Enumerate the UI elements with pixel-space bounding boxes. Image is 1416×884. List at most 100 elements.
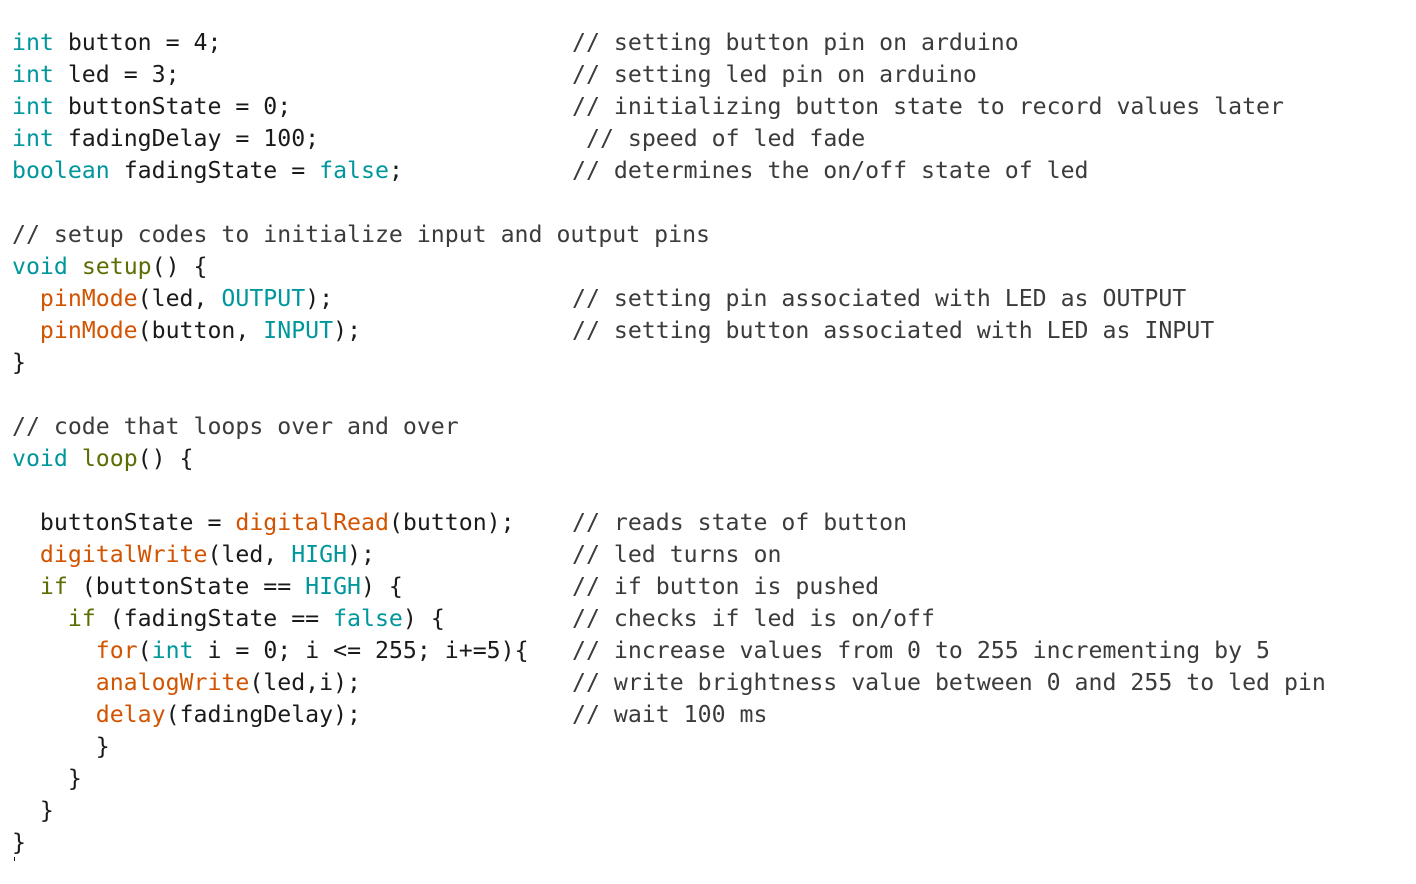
code-line: } xyxy=(12,347,1402,379)
code-line: pinMode(button, INPUT); // setting button… xyxy=(12,315,1402,347)
code-token: (button, xyxy=(137,317,264,344)
code-line: } xyxy=(12,731,1402,763)
code-token: } xyxy=(12,797,54,824)
code-line: } xyxy=(12,763,1402,795)
inline-comment: // led turns on xyxy=(572,541,782,568)
code-line: } xyxy=(12,795,1402,827)
code-text: // setup codes to initialize input and o… xyxy=(12,219,710,251)
code-token: buttonState = xyxy=(12,509,236,536)
inline-comment: // write brightness value between 0 and … xyxy=(572,669,1326,696)
code-token: int xyxy=(12,61,54,88)
code-token: ); xyxy=(333,317,362,344)
code-text: pinMode(led, OUTPUT); xyxy=(12,283,333,315)
code-editor[interactable]: int button = 4; // setting button pin on … xyxy=(12,27,1402,861)
inline-comment: // setting button associated with LED as… xyxy=(572,317,1215,344)
code-token: HIGH xyxy=(291,541,348,568)
code-token: int xyxy=(12,93,54,120)
code-line: buttonState = digitalRead(button); // rea… xyxy=(12,507,1402,539)
inline-comment: // wait 100 ms xyxy=(572,701,768,728)
code-token: if xyxy=(39,573,68,600)
code-token: (button); xyxy=(388,509,515,536)
code-text: analogWrite(led,i); xyxy=(12,667,361,699)
code-token: void xyxy=(12,253,68,280)
code-token: } xyxy=(12,349,26,376)
code-token: () { xyxy=(151,253,208,280)
code-line: for(int i = 0; i <= 255; i+=5){// increa… xyxy=(12,635,1402,667)
code-line: } xyxy=(12,827,1402,861)
inline-comment: // checks if led is on/off xyxy=(572,605,935,632)
code-text: // code that loops over and over xyxy=(12,411,459,443)
code-text: boolean fadingState = false; xyxy=(12,155,403,187)
code-line: digitalWrite(led, HIGH); // led turns on xyxy=(12,539,1402,571)
code-token: (fadingDelay); xyxy=(165,701,362,728)
code-text: } xyxy=(12,827,26,859)
code-token: delay xyxy=(95,701,166,728)
code-token: false xyxy=(319,157,389,184)
code-line: if (buttonState == HIGH) {// if button i… xyxy=(12,571,1402,603)
code-token: loop xyxy=(81,445,138,472)
code-line: int fadingDelay = 100; // speed of led fa… xyxy=(12,123,1402,155)
code-line: // setup codes to initialize input and o… xyxy=(12,219,1402,251)
code-token: digitalRead xyxy=(235,509,389,536)
code-token: for xyxy=(95,637,138,664)
text-cursor xyxy=(14,857,15,861)
code-token: false xyxy=(333,605,403,632)
code-text: } xyxy=(12,795,54,827)
code-token: button = 4; xyxy=(53,29,222,56)
code-token: INPUT xyxy=(263,317,334,344)
code-token: pinMode xyxy=(39,285,138,312)
code-text: } xyxy=(12,763,82,795)
code-token: } xyxy=(12,829,26,856)
code-line: delay(fadingDelay); // wait 100 ms xyxy=(12,699,1402,731)
code-token: boolean xyxy=(12,157,110,184)
code-token: setup xyxy=(81,253,152,280)
code-token: } xyxy=(12,733,110,760)
code-line: // code that loops over and over xyxy=(12,411,1402,443)
code-line: int button = 4; // setting button pin on … xyxy=(12,27,1402,59)
code-line: void setup() { xyxy=(12,251,1402,283)
inline-comment: // if button is pushed xyxy=(572,573,880,600)
code-token: analogWrite xyxy=(95,669,250,696)
code-token: int xyxy=(12,125,54,152)
inline-comment: // setting led pin on arduino xyxy=(572,61,977,88)
code-token: HIGH xyxy=(305,573,362,600)
code-token: ( xyxy=(137,637,152,664)
code-token: fadingState = xyxy=(109,157,320,184)
code-token: () { xyxy=(137,445,194,472)
code-token: OUTPUT xyxy=(221,285,306,312)
inline-comment: // initializing button state to record v… xyxy=(572,93,1284,120)
code-token: i = 0; i <= 255; i+=5){ xyxy=(193,637,529,664)
code-token: digitalWrite xyxy=(39,541,208,568)
code-token: (led, xyxy=(137,285,222,312)
inline-comment: // setting button pin on arduino xyxy=(572,29,1019,56)
code-text: int button = 4; xyxy=(12,27,221,59)
code-line: void loop() { xyxy=(12,443,1402,475)
code-token: } xyxy=(12,765,82,792)
code-line: analogWrite(led,i); // write brightness v… xyxy=(12,667,1402,699)
code-token: int xyxy=(12,29,54,56)
code-text: void setup() { xyxy=(12,251,207,283)
code-text: } xyxy=(12,731,110,763)
code-token: pinMode xyxy=(39,317,138,344)
inline-comment: // increase values from 0 to 255 increme… xyxy=(572,637,1271,664)
code-line: pinMode(led, OUTPUT); // setting pin asso… xyxy=(12,283,1402,315)
code-line: if (fadingState == false) {// checks if … xyxy=(12,603,1402,635)
code-line: int buttonState = 0; // initializing butt… xyxy=(12,91,1402,123)
code-token: (led,i); xyxy=(249,669,362,696)
code-line: boolean fadingState = false; // determine… xyxy=(12,155,1402,187)
code-token: // code that loops over and over xyxy=(12,413,459,440)
code-text: pinMode(button, INPUT); xyxy=(12,315,361,347)
code-token: // setup codes to initialize input and o… xyxy=(12,221,711,248)
code-token: ; xyxy=(388,157,403,184)
code-text: } xyxy=(12,347,26,379)
code-text: int buttonState = 0; xyxy=(12,91,291,123)
